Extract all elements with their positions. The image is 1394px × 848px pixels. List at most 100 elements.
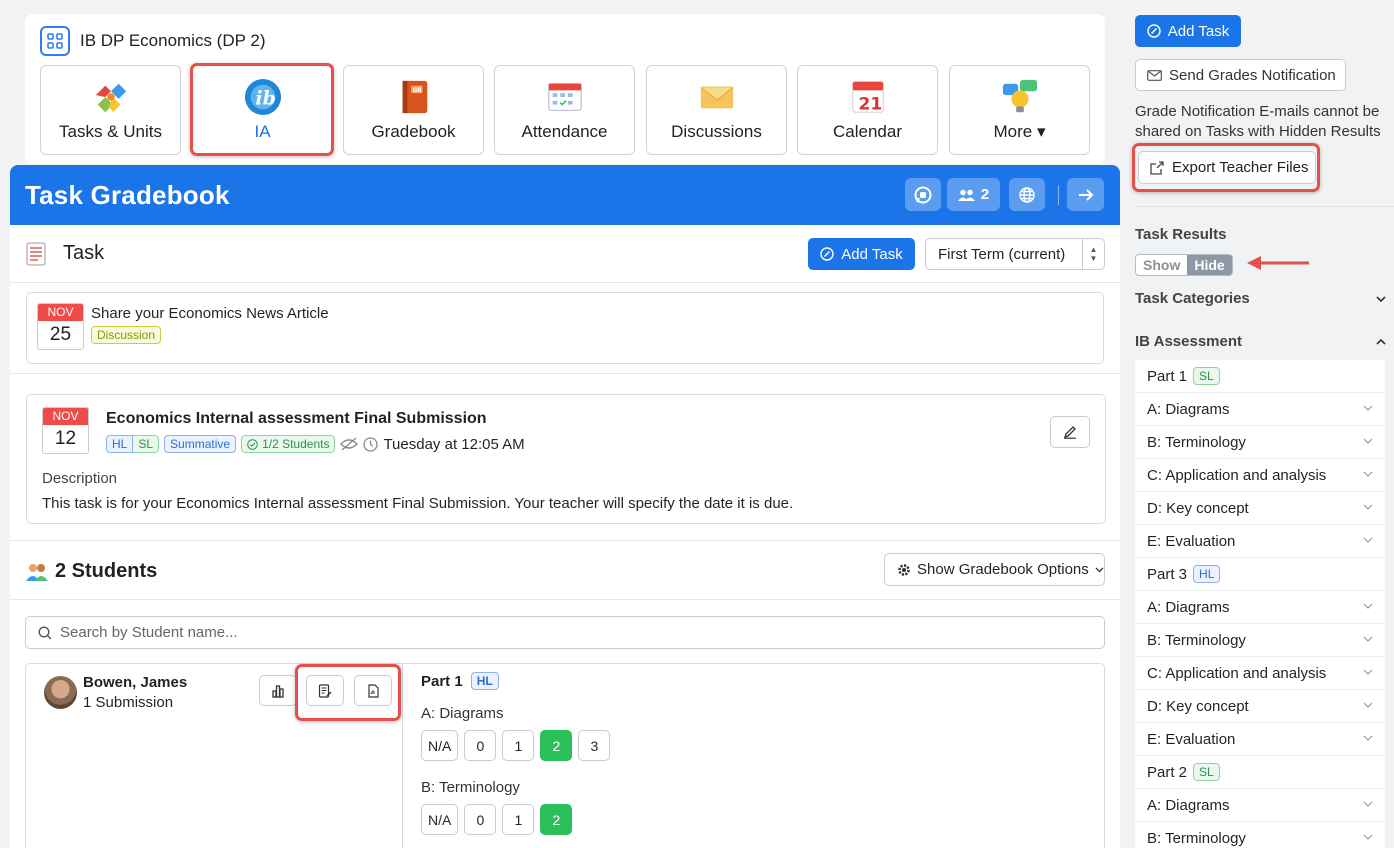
add-task-button[interactable]: Add Task bbox=[808, 238, 915, 270]
members-button[interactable]: 2 bbox=[947, 178, 1000, 211]
divider bbox=[10, 373, 1120, 374]
criterion-item[interactable]: B: Terminology bbox=[1135, 426, 1385, 459]
sl-tag: SL bbox=[133, 435, 160, 453]
toggle-show[interactable]: Show bbox=[1136, 255, 1188, 275]
ib-assessment-toggle[interactable]: IB Assessment bbox=[1135, 333, 1394, 350]
date-badge: NOV 25 bbox=[37, 303, 84, 350]
sidebar-add-task-button[interactable]: Add Task bbox=[1135, 15, 1241, 47]
date-month: NOV bbox=[38, 304, 83, 321]
toggle-hide[interactable]: Hide bbox=[1187, 255, 1232, 275]
criterion-item[interactable]: B: Terminology bbox=[1135, 624, 1385, 657]
divider bbox=[10, 599, 1120, 600]
sidebar-add-task-label: Add Task bbox=[1167, 22, 1230, 40]
criterion-item[interactable]: D: Key concept bbox=[1135, 492, 1385, 525]
criterion-item[interactable]: A: Diagrams bbox=[1135, 591, 1385, 624]
nav-tile-gradebook[interactable]: GB Gradebook bbox=[343, 65, 484, 155]
date-badge: NOV 12 bbox=[42, 407, 89, 454]
criterion-item[interactable]: E: Evaluation bbox=[1135, 723, 1385, 756]
select-arrows-icon: ▲ ▼ bbox=[1082, 239, 1104, 269]
score-3[interactable]: 3 bbox=[578, 730, 611, 761]
globe-icon bbox=[1019, 186, 1035, 203]
nav-tile-attendance[interactable]: Attendance bbox=[494, 65, 635, 155]
export-icon bbox=[1150, 160, 1164, 175]
criterion-item[interactable]: C: Application and analysis bbox=[1135, 657, 1385, 690]
students-heading: 2 Students bbox=[25, 560, 157, 583]
chevron-down-icon bbox=[1363, 702, 1373, 708]
hidden-eye-icon bbox=[340, 437, 359, 451]
export-label: Export Teacher Files bbox=[1172, 159, 1309, 176]
send-grades-label: Send Grades Notification bbox=[1169, 66, 1336, 84]
edit-task-button[interactable] bbox=[1050, 416, 1090, 448]
check-circle-icon bbox=[247, 438, 258, 450]
chevron-down-icon bbox=[1363, 669, 1373, 675]
nav-tile-label: IA bbox=[254, 122, 271, 141]
task-due-time: Tuesday at 12:05 AM bbox=[383, 435, 525, 453]
gradebook-options-button[interactable]: Show Gradebook Options bbox=[884, 553, 1105, 586]
level-tags: HL SL bbox=[106, 435, 160, 453]
globe-button[interactable] bbox=[1009, 178, 1045, 211]
criterion-item[interactable]: E: Evaluation bbox=[1135, 525, 1385, 558]
nav-tile-label: Tasks & Units bbox=[59, 122, 162, 141]
part-level-tag: HL bbox=[1193, 565, 1221, 583]
criterion-item[interactable]: A: Diagrams bbox=[1135, 789, 1385, 822]
score-na[interactable]: N/A bbox=[421, 730, 459, 761]
students-tag[interactable]: 1/2 Students bbox=[241, 435, 336, 453]
next-arrow-button[interactable] bbox=[1067, 178, 1104, 211]
part-title: Part 2 bbox=[1147, 763, 1188, 781]
part-title-text: Part 1 bbox=[421, 672, 463, 690]
add-task-label: Add Task bbox=[841, 245, 903, 263]
task-title[interactable]: Economics Internal assessment Final Subm… bbox=[106, 410, 487, 428]
calendar-21-icon: 21 bbox=[851, 81, 884, 114]
task-categories-toggle[interactable]: Task Categories bbox=[1135, 290, 1394, 307]
score-1[interactable]: 1 bbox=[502, 730, 535, 761]
term-select[interactable]: First Term (current) ▲ ▼ bbox=[925, 238, 1105, 270]
task-results-label: Task Results bbox=[1135, 226, 1227, 243]
pdf-file-icon bbox=[368, 683, 379, 698]
course-header: IB DP Economics (DP 2) bbox=[40, 26, 266, 56]
task-meta: HL SL Summative 1/2 Students Tuesday at … bbox=[106, 435, 525, 453]
criterion-item[interactable]: D: Key concept bbox=[1135, 690, 1385, 723]
discussion-event-card[interactable]: NOV 25 Share your Economics News Article… bbox=[26, 292, 1104, 364]
options-label: Show Gradebook Options bbox=[917, 561, 1089, 578]
task-document-icon bbox=[26, 242, 46, 266]
chat-button[interactable] bbox=[905, 178, 941, 211]
task-results-toggle[interactable]: Show Hide bbox=[1135, 254, 1233, 276]
nav-tile-discussions[interactable]: Discussions bbox=[646, 65, 787, 155]
criterion-item[interactable]: C: Application and analysis bbox=[1135, 459, 1385, 492]
download-pdf-button[interactable] bbox=[354, 675, 392, 706]
nav-tile-calendar[interactable]: 21 Calendar bbox=[797, 65, 938, 155]
nav-tile-label: Attendance bbox=[521, 122, 608, 141]
event-title[interactable]: Share your Economics News Article bbox=[91, 305, 329, 322]
nav-tile-label: Calendar bbox=[833, 122, 902, 141]
score-na[interactable]: N/A bbox=[421, 804, 459, 835]
divider bbox=[10, 540, 1120, 541]
student-search-box[interactable] bbox=[25, 616, 1105, 649]
student-name[interactable]: Bowen, James bbox=[83, 674, 187, 691]
score-0[interactable]: 0 bbox=[464, 730, 497, 761]
criterion-item[interactable]: B: Terminology bbox=[1135, 822, 1385, 848]
stats-button[interactable] bbox=[259, 675, 297, 706]
search-input[interactable] bbox=[60, 624, 960, 641]
ib-logo-icon: ib bbox=[244, 78, 281, 116]
score-2[interactable]: 2 bbox=[540, 730, 573, 761]
score-2[interactable]: 2 bbox=[540, 804, 573, 835]
score-0[interactable]: 0 bbox=[464, 804, 497, 835]
part-header: Part 2 SL bbox=[1135, 756, 1385, 789]
mail-icon bbox=[1147, 69, 1162, 81]
nav-tile-tasks-units[interactable]: Tasks & Units bbox=[40, 65, 181, 155]
apps-grid-icon[interactable] bbox=[40, 26, 70, 56]
search-icon bbox=[38, 625, 52, 639]
export-teacher-files-button[interactable]: Export Teacher Files bbox=[1138, 151, 1316, 184]
description-label: Description bbox=[42, 470, 118, 487]
chat-bubble-icon bbox=[914, 186, 932, 203]
avatar[interactable] bbox=[44, 676, 77, 709]
score-1[interactable]: 1 bbox=[502, 804, 535, 835]
annotation-arrow-icon bbox=[1247, 256, 1309, 270]
chevron-down-icon bbox=[1363, 735, 1373, 741]
nav-tile-ia[interactable]: ib IA bbox=[192, 65, 333, 155]
nav-tile-more[interactable]: More ▾ bbox=[949, 65, 1090, 155]
criterion-item[interactable]: A: Diagrams bbox=[1135, 393, 1385, 426]
chevron-down-icon bbox=[1363, 405, 1373, 411]
view-submission-button[interactable] bbox=[306, 675, 344, 706]
send-grades-button[interactable]: Send Grades Notification bbox=[1135, 59, 1346, 91]
